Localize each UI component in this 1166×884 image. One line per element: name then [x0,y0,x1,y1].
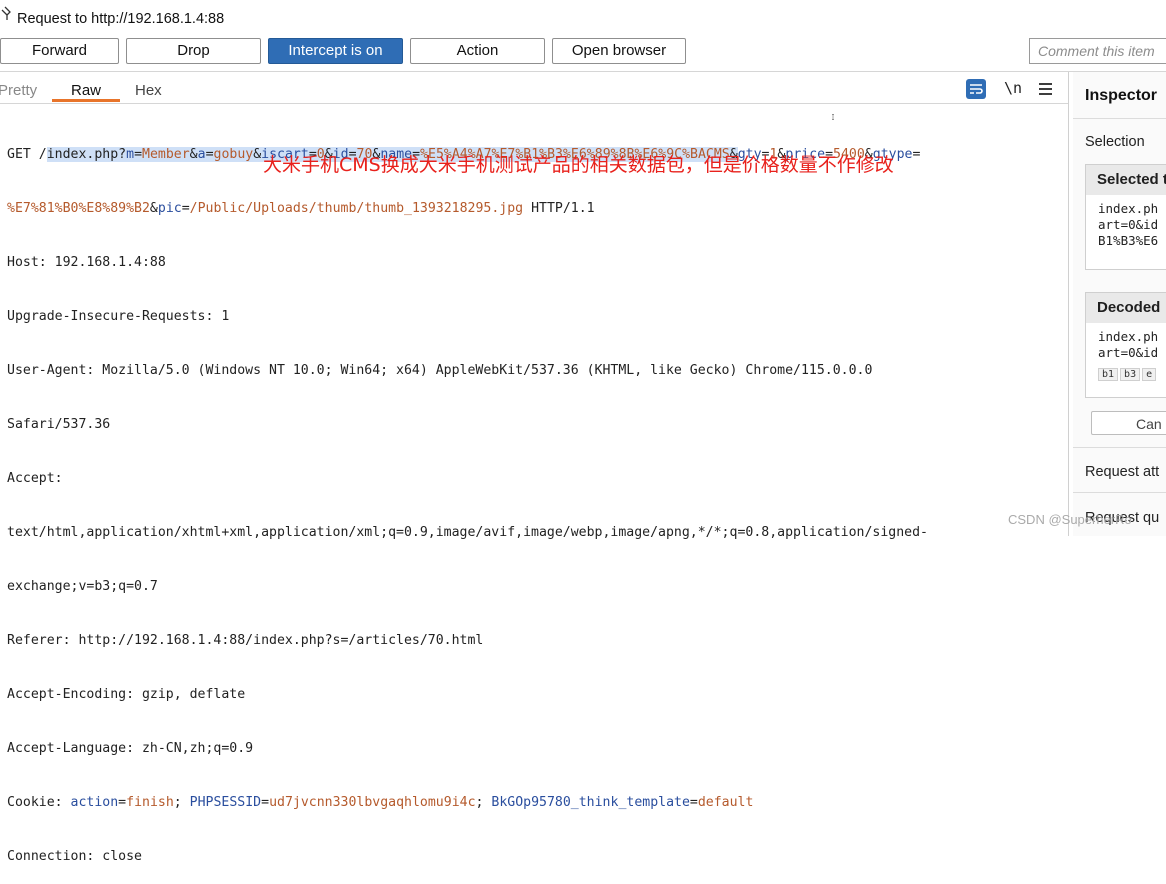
byte-chip: b1 [1098,368,1119,381]
pin-icon [1,6,11,20]
header-host: Host: 192.168.1.4:88 [7,255,166,270]
header-accept-encoding: Accept-Encoding: gzip, deflate [7,687,246,702]
open-browser-button[interactable]: Open browser [552,38,686,64]
request-header: Request to http://192.168.1.4:88 [0,0,1166,36]
selected-text-card: Selected t index.ph art=0&id B1%B3%E6 [1085,164,1166,270]
header-cookie: Cookie: action=finish; PHPSESSID=ud7jvcn… [7,795,754,810]
red-annotation-text: 大米手机CMS换成大米手机测试产品的相关数据包，但是价格数量不作修改 [263,154,894,176]
header-upgrade-insecure: Upgrade-Insecure-Requests: 1 [7,309,230,324]
text-cursor-icon [832,114,834,120]
inspector-panel: Inspector Selection Selected t index.ph … [1073,72,1166,536]
action-button[interactable]: Action [410,38,545,64]
selected-text-heading[interactable]: Selected t [1086,165,1166,195]
watermark: CSDN @SuperherRo [1008,512,1132,527]
decoded-heading[interactable]: Decoded [1086,293,1166,323]
cancel-button[interactable]: Can [1091,411,1166,435]
raw-request-editor[interactable]: GET /index.php?m=Member&a=gobuy&iscart=0… [7,110,1065,884]
header-accept: Accept: [7,471,63,486]
inspector-divider [1073,118,1166,119]
request-attributes-section[interactable]: Request att [1085,464,1159,480]
header-user-agent: User-Agent: Mozilla/5.0 (Windows NT 10.0… [7,363,873,378]
panel-splitter[interactable] [1068,72,1069,536]
selected-text-content[interactable]: index.ph art=0&id B1%B3%E6 [1086,195,1166,249]
wrap-lines-icon[interactable] [966,79,986,99]
header-accept-language: Accept-Language: zh-CN,zh;q=0.9 [7,741,254,756]
selection-label: Selection [1085,134,1145,150]
newline-toggle-icon[interactable]: \n [1004,79,1024,99]
inspector-divider [1073,447,1166,448]
byte-chip: e [1142,368,1157,381]
decoded-bytes: b1 b3 e [1086,361,1166,382]
header-referer: Referer: http://192.168.1.4:88/index.php… [7,633,484,648]
header-accept-value-cont: exchange;v=b3;q=0.7 [7,579,158,594]
header-user-agent-cont: Safari/537.36 [7,417,111,432]
decoded-content[interactable]: index.ph art=0&id [1086,323,1166,361]
decoded-card: Decoded index.ph art=0&id b1 b3 e [1085,292,1166,398]
inspector-divider [1073,492,1166,493]
comment-input[interactable]: Comment this item [1029,38,1166,64]
forward-button[interactable]: Forward [0,38,119,64]
menu-icon[interactable] [1036,79,1056,99]
tab-hex[interactable]: Hex [135,82,162,99]
intercept-toggle-button[interactable]: Intercept is on [268,38,403,64]
header-accept-value: text/html,application/xhtml+xml,applicat… [7,525,928,540]
drop-button[interactable]: Drop [126,38,261,64]
byte-chip: b3 [1120,368,1141,381]
message-view-tabs: Pretty Raw Hex [0,72,1068,104]
header-connection: Connection: close [7,849,142,864]
request-target-title: Request to http://192.168.1.4:88 [17,11,225,27]
tab-pretty[interactable]: Pretty [0,82,37,99]
inspector-title: Inspector [1085,87,1158,104]
tab-raw[interactable]: Raw [71,82,101,99]
request-line-2: %E7%81%B0%E8%89%B2&pic=/Public/Uploads/t… [7,201,595,216]
active-tab-indicator [52,99,120,102]
editor-divider [0,103,1068,104]
